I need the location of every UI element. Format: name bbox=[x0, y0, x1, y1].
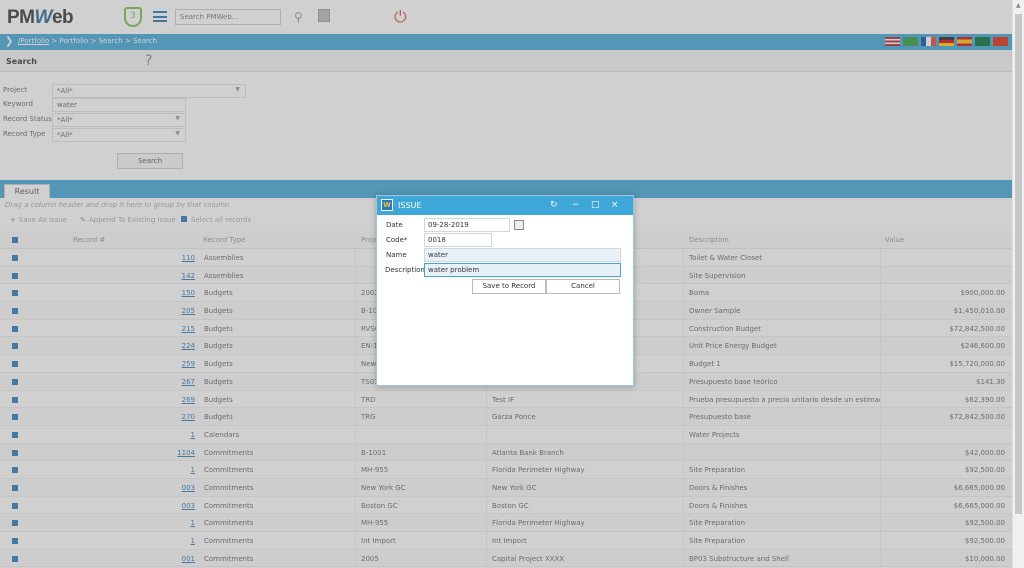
name-field[interactable]: water bbox=[424, 248, 621, 262]
close-icon[interactable]: × bbox=[611, 200, 619, 210]
description-label: Description bbox=[385, 266, 425, 274]
date-label: Date bbox=[386, 221, 403, 229]
code-field[interactable]: 0018 bbox=[424, 233, 492, 247]
refresh-icon[interactable]: ↻ bbox=[550, 200, 558, 210]
save-to-record-button[interactable]: Save to Record bbox=[472, 279, 546, 294]
description-field[interactable]: water problem bbox=[424, 263, 621, 277]
dialog-title-bar[interactable]: W ISSUE ↻ − □ × bbox=[377, 196, 633, 215]
minimize-icon[interactable]: − bbox=[572, 200, 580, 210]
maximize-icon[interactable]: □ bbox=[591, 200, 600, 210]
name-label: Name bbox=[386, 251, 407, 259]
dialog-title: ISSUE bbox=[398, 201, 422, 210]
vertical-scrollbar[interactable]: ▲ bbox=[1012, 0, 1024, 568]
code-label: Code* bbox=[386, 236, 408, 244]
issue-dialog: W ISSUE ↻ − □ × Date 09-28-2019 Code* 00… bbox=[376, 195, 634, 386]
date-field[interactable]: 09-28-2019 bbox=[424, 218, 510, 232]
scrollbar-thumb[interactable] bbox=[1015, 14, 1022, 514]
scroll-up-icon[interactable]: ▲ bbox=[1016, 2, 1021, 9]
cancel-button[interactable]: Cancel bbox=[546, 279, 620, 294]
calendar-icon[interactable] bbox=[514, 220, 524, 230]
pmweb-logo-icon: W bbox=[381, 199, 393, 211]
